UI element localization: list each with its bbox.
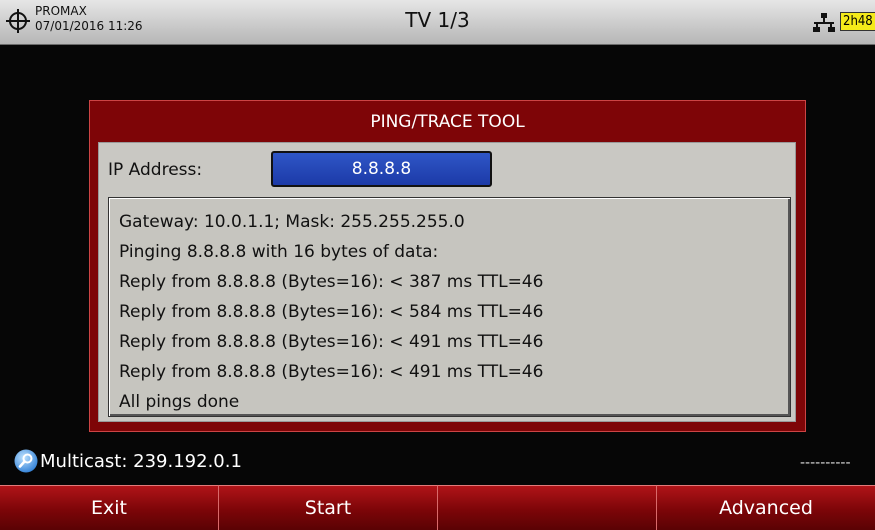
date-time: 07/01/2016 11:26 <box>35 19 143 33</box>
ping-trace-dialog: PING/TRACE TOOL IP Address: 8.8.8.8 Gate… <box>89 100 806 432</box>
ip-address-input[interactable]: 8.8.8.8 <box>271 151 492 187</box>
log-line: Reply from 8.8.8.8 (Bytes=16): < 491 ms … <box>119 332 544 352</box>
ip-address-label: IP Address: <box>108 160 203 180</box>
advanced-button[interactable]: Advanced <box>657 485 875 530</box>
log-line: All pings done <box>119 392 240 412</box>
top-status-bar: PROMAX 07/01/2016 11:26 TV 1/3 2h48 <box>0 0 875 45</box>
log-line: Pinging 8.8.8.8 with 16 bytes of data: <box>119 242 439 262</box>
ping-log[interactable]: Gateway: 10.0.1.1; Mask: 255.255.255.0 P… <box>108 197 791 417</box>
log-line: Reply from 8.8.8.8 (Bytes=16): < 387 ms … <box>119 272 544 292</box>
status-dashes: ---------- <box>800 455 851 471</box>
start-button[interactable]: Start <box>219 485 438 530</box>
search-icon[interactable] <box>14 449 38 473</box>
empty-softkey[interactable] <box>438 485 657 530</box>
page-title: TV 1/3 <box>405 8 470 32</box>
crosshair-icon <box>6 9 30 33</box>
network-icon <box>813 13 835 32</box>
log-line: Gateway: 10.0.1.1; Mask: 255.255.255.0 <box>119 212 465 232</box>
softkey-bar: Exit Start Advanced <box>0 485 875 530</box>
dialog-title: PING/TRACE TOOL <box>370 112 525 132</box>
log-line: Reply from 8.8.8.8 (Bytes=16): < 491 ms … <box>119 362 544 382</box>
dialog-body: IP Address: 8.8.8.8 Gateway: 10.0.1.1; M… <box>98 142 796 422</box>
log-line: Reply from 8.8.8.8 (Bytes=16): < 584 ms … <box>119 302 544 322</box>
brand-name: PROMAX <box>35 4 87 18</box>
exit-button[interactable]: Exit <box>0 485 219 530</box>
battery-indicator: 2h48 <box>840 12 875 31</box>
multicast-address: Multicast: 239.192.0.1 <box>40 451 242 472</box>
